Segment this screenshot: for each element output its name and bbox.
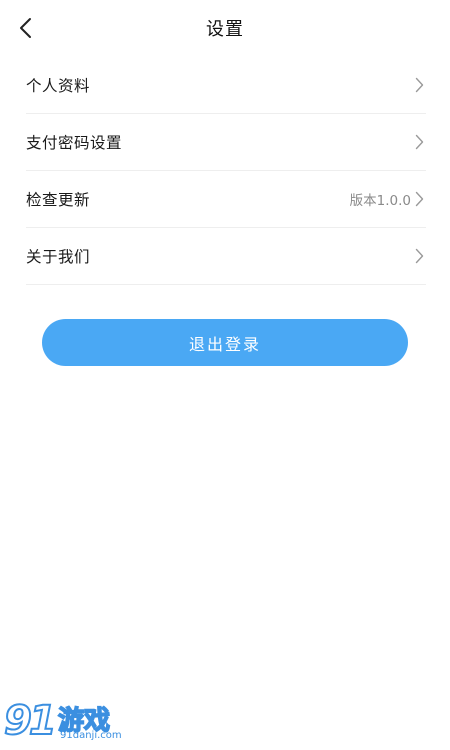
menu-item-label: 检查更新 bbox=[26, 191, 91, 209]
chevron-right-icon bbox=[415, 191, 424, 207]
menu-item-payment-password[interactable]: 支付密码设置 bbox=[26, 114, 426, 171]
menu-item-profile[interactable]: 个人资料 bbox=[26, 57, 426, 114]
top-bar: 设置 bbox=[0, 0, 450, 58]
menu-item-check-update[interactable]: 检查更新 版本1.0.0 bbox=[26, 171, 426, 228]
chevron-right-icon bbox=[415, 248, 424, 264]
menu-item-label: 关于我们 bbox=[26, 248, 91, 266]
menu-item-label: 支付密码设置 bbox=[26, 134, 123, 152]
watermark-logo: 91 游戏 91danji.com bbox=[3, 696, 144, 746]
logout-button[interactable]: 退出登录 bbox=[42, 319, 408, 366]
page-title: 设置 bbox=[206, 19, 244, 40]
chevron-right-icon bbox=[415, 134, 424, 150]
chevron-right-icon bbox=[415, 77, 424, 93]
version-text: 版本1.0.0 bbox=[349, 193, 411, 209]
menu-item-label: 个人资料 bbox=[26, 77, 91, 95]
settings-menu: 个人资料 支付密码设置 检查更新 版本1.0.0 关于我们 bbox=[26, 57, 426, 285]
watermark-url: 91danji.com bbox=[60, 730, 122, 741]
watermark-number: 91 bbox=[3, 697, 58, 745]
menu-item-about-us[interactable]: 关于我们 bbox=[26, 228, 426, 285]
